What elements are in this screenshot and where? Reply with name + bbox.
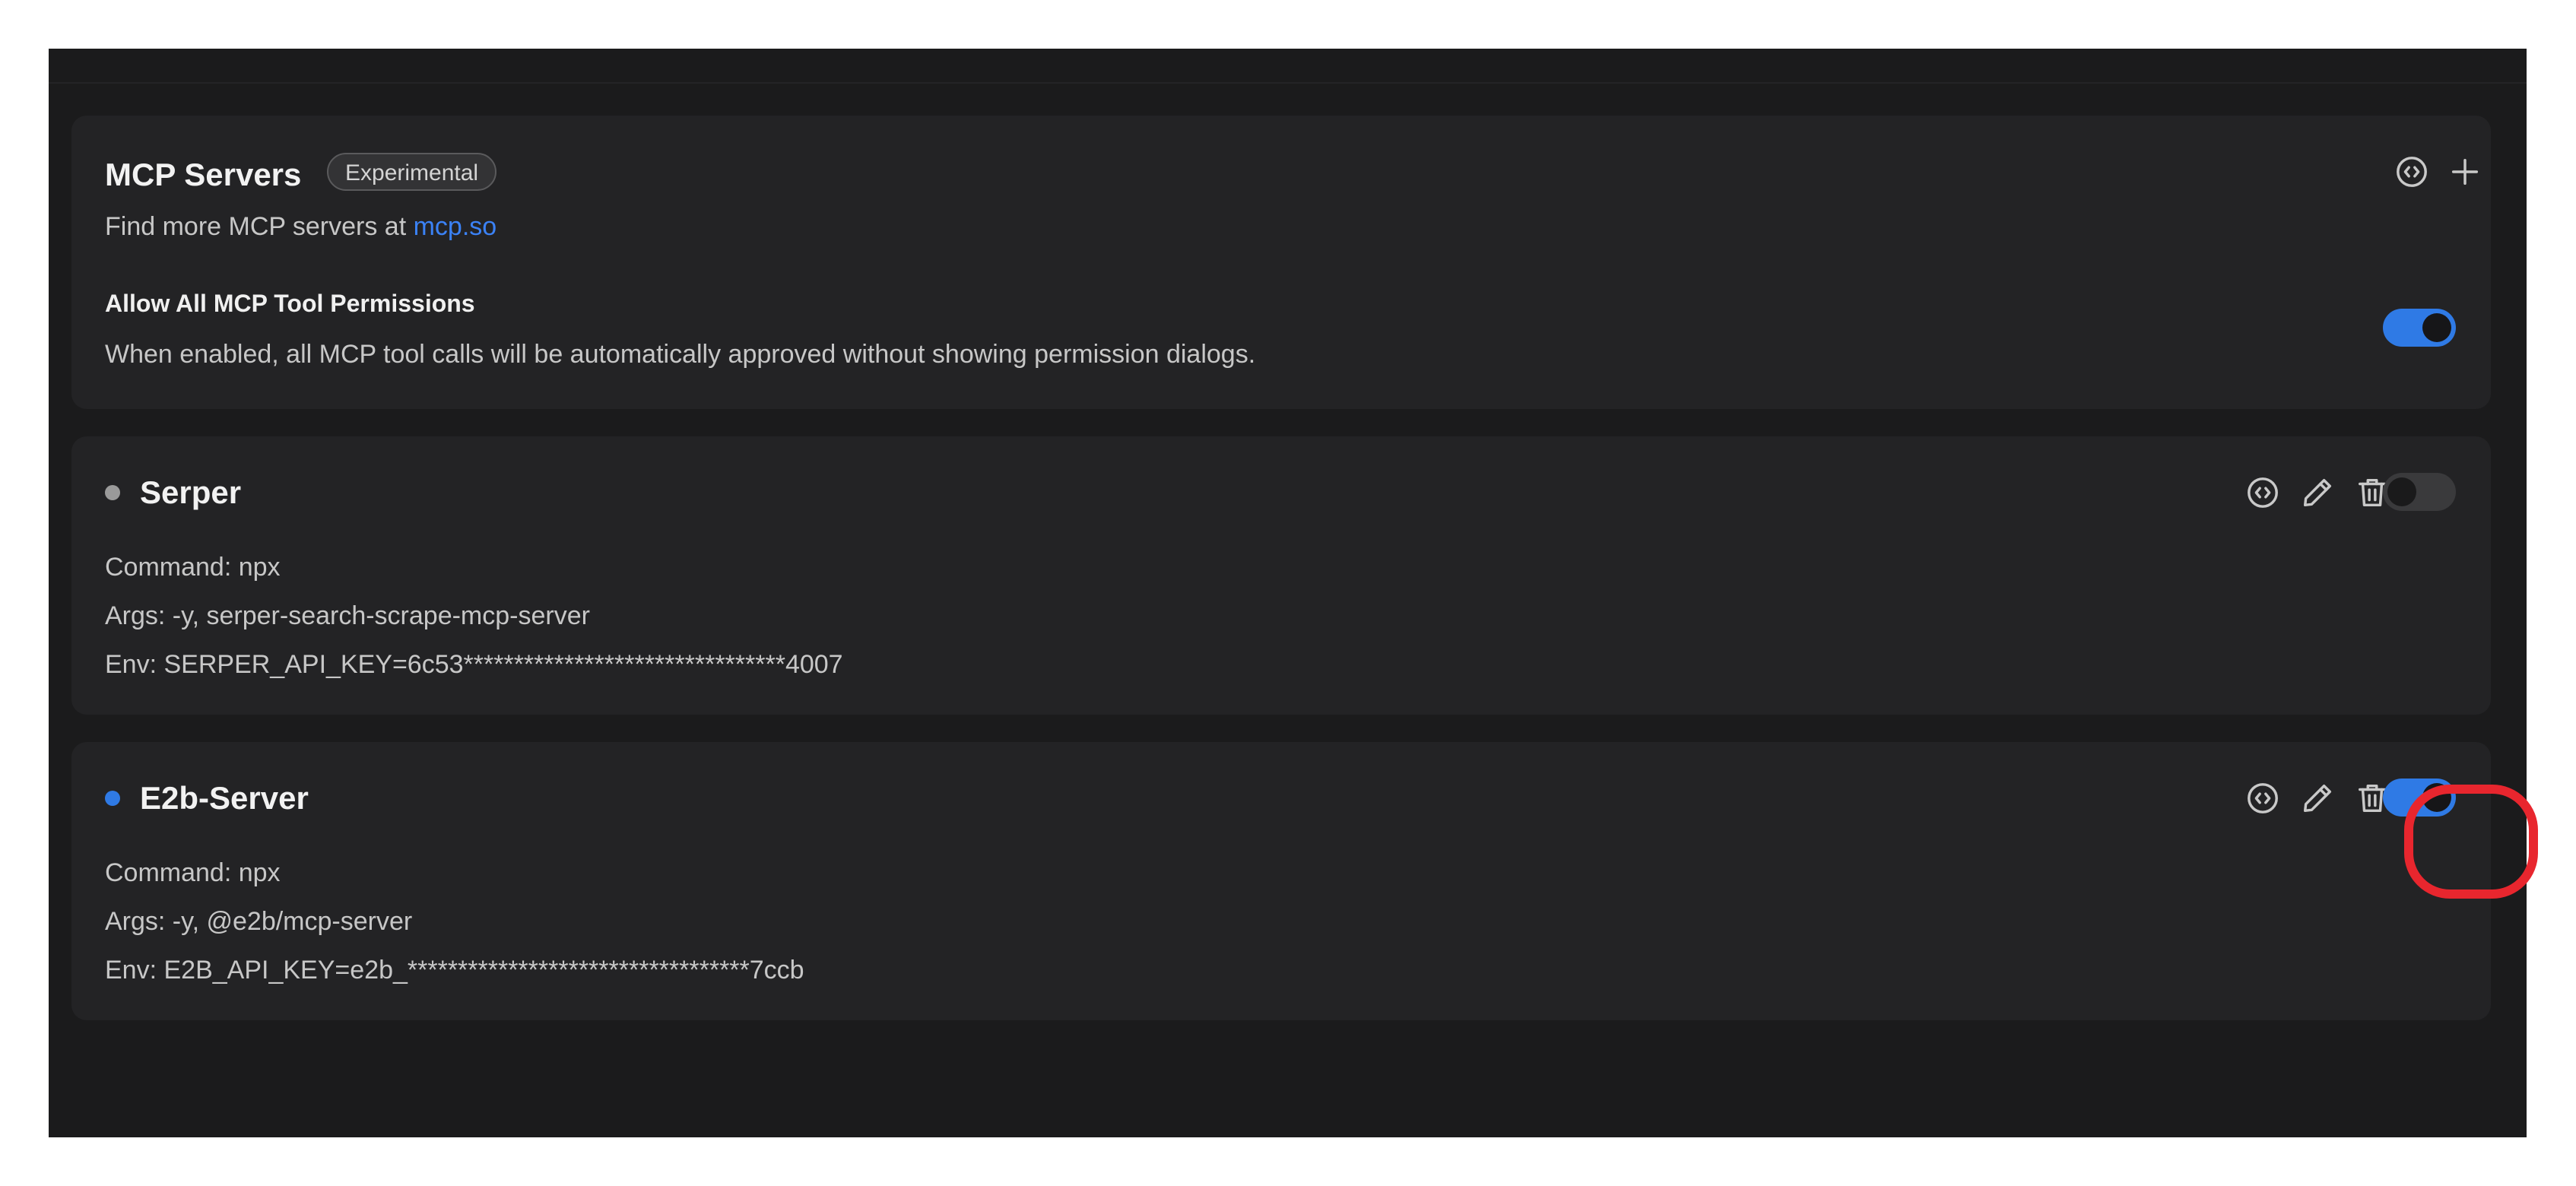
mcp-so-link[interactable]: mcp.so <box>414 212 497 241</box>
server-command: Command: npx <box>105 553 281 582</box>
status-dot <box>105 485 120 500</box>
code-icon[interactable] <box>2243 779 2283 818</box>
find-more-prefix: Find more MCP servers at <box>105 212 414 241</box>
status-dot <box>105 791 120 806</box>
permissions-title: Allow All MCP Tool Permissions <box>105 290 475 317</box>
toggle-knob <box>2387 477 2416 506</box>
server-args: Args: -y, serper-search-scrape-mcp-serve… <box>105 601 590 630</box>
find-more-text: Find more MCP servers at mcp.so <box>105 210 496 243</box>
plus-icon[interactable] <box>2445 152 2485 192</box>
experimental-badge: Experimental <box>327 153 497 191</box>
server-command: Command: npx <box>105 858 281 887</box>
code-icon[interactable] <box>2392 152 2432 192</box>
toggle-knob <box>2422 313 2451 342</box>
server-env: Env: E2B_API_KEY=e2b_*******************… <box>105 956 804 985</box>
server-enable-toggle[interactable] <box>2383 473 2456 511</box>
page-title: MCP Servers <box>105 157 302 192</box>
code-icon[interactable] <box>2243 473 2283 512</box>
edit-icon[interactable] <box>2298 473 2337 512</box>
server-card-e2b: E2b-Server Command: npx Args: -y, @e2b/m… <box>71 742 2491 1020</box>
settings-panel: MCP Servers Experimental Find more MCP s… <box>49 49 2538 1137</box>
server-card-serper: Serper Command: npx Args: -y, serper-sea… <box>71 436 2491 715</box>
mcp-servers-card: MCP Servers Experimental Find more MCP s… <box>71 116 2491 409</box>
server-enable-toggle[interactable] <box>2383 779 2456 817</box>
allow-all-permissions-toggle[interactable] <box>2383 309 2456 347</box>
edit-icon[interactable] <box>2298 779 2337 818</box>
top-divider <box>49 49 2527 84</box>
server-name: Serper <box>140 474 242 510</box>
server-env: Env: SERPER_API_KEY=6c53****************… <box>105 650 843 679</box>
server-name: E2b-Server <box>140 780 309 816</box>
toggle-knob <box>2422 783 2451 812</box>
server-args: Args: -y, @e2b/mcp-server <box>105 907 413 936</box>
permissions-description: When enabled, all MCP tool calls will be… <box>105 340 1256 369</box>
